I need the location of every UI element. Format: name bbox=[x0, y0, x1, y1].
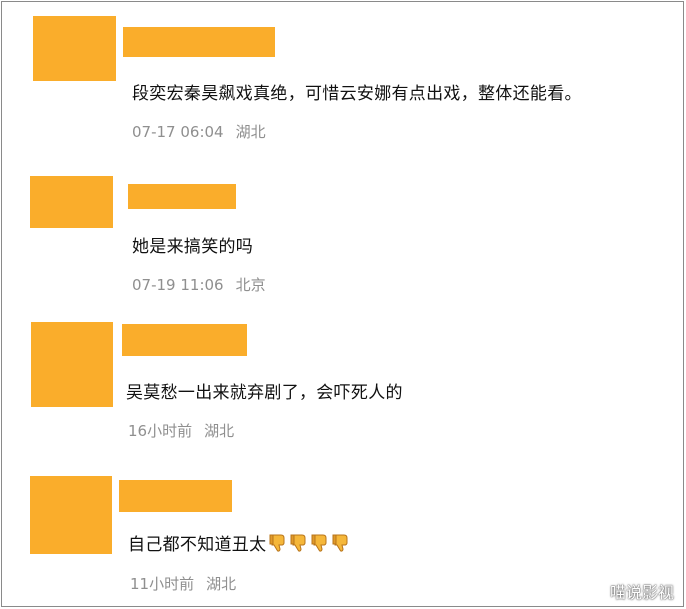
username-redacted[interactable] bbox=[122, 324, 247, 356]
username-redacted[interactable] bbox=[119, 480, 232, 512]
thumbs-down-icon bbox=[332, 534, 348, 552]
comment-text: 吴莫愁一出来就弃剧了，会吓死人的 bbox=[126, 383, 403, 403]
comment-text: 自己都不知道丑太 bbox=[128, 530, 350, 555]
comment-meta: 11小时前 湖北 bbox=[130, 573, 236, 594]
comment-time: 07-17 06:04 bbox=[132, 123, 224, 141]
comment-time: 07-19 11:06 bbox=[132, 276, 224, 294]
comment-meta: 07-19 11:06 北京 bbox=[132, 274, 266, 295]
thumbs-down-icon bbox=[290, 534, 306, 552]
comment-location: 北京 bbox=[235, 276, 266, 294]
comment-list: 段奕宏秦昊飙戏真绝，可惜云安娜有点出戏，整体还能看。 07-17 06:04 湖北… bbox=[1, 1, 684, 607]
comment-time: 11小时前 bbox=[130, 575, 195, 593]
thumbs-down-icon bbox=[269, 534, 285, 552]
watermark: 喵说影视 bbox=[609, 583, 674, 602]
comment-text: 她是来搞笑的吗 bbox=[132, 237, 254, 257]
comment-meta: 16小时前 湖北 bbox=[128, 420, 234, 441]
comment-meta: 07-17 06:04 湖北 bbox=[132, 121, 266, 142]
avatar[interactable] bbox=[33, 16, 116, 81]
comment-location: 湖北 bbox=[206, 575, 237, 593]
comment-location: 湖北 bbox=[204, 422, 235, 440]
comment-location: 湖北 bbox=[235, 123, 266, 141]
avatar[interactable] bbox=[31, 322, 113, 407]
thumbs-down-icon bbox=[311, 534, 327, 552]
avatar[interactable] bbox=[30, 476, 112, 554]
comment-time: 16小时前 bbox=[128, 422, 193, 440]
comment-text-content: 自己都不知道丑太 bbox=[128, 535, 267, 555]
avatar[interactable] bbox=[30, 176, 113, 228]
username-redacted[interactable] bbox=[128, 184, 236, 209]
username-redacted[interactable] bbox=[123, 27, 275, 57]
comment-text: 段奕宏秦昊飙戏真绝，可惜云安娜有点出戏，整体还能看。 bbox=[132, 84, 582, 104]
